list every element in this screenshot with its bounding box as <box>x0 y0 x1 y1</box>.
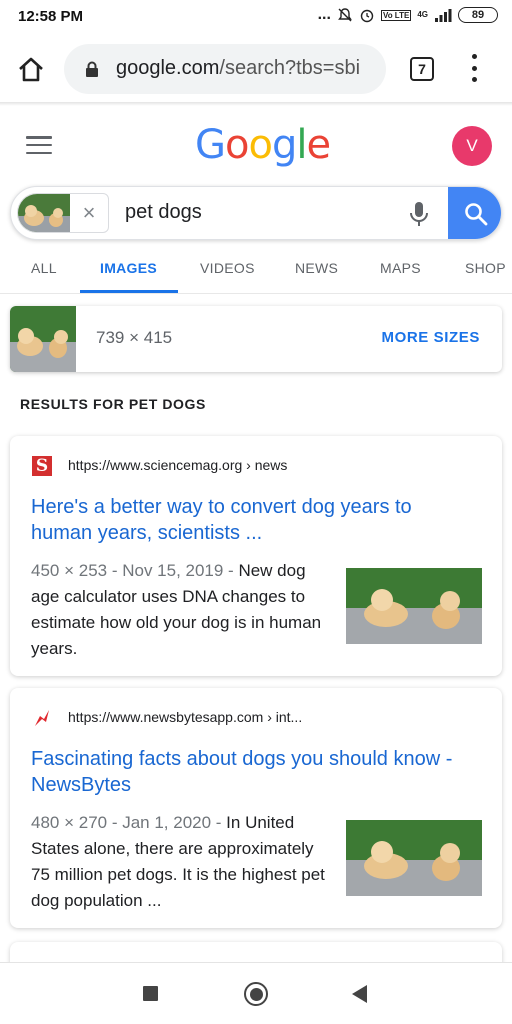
search-input[interactable]: pet dogs <box>125 201 202 224</box>
tab-videos[interactable]: VIDEOS <box>200 260 255 276</box>
tab-news[interactable]: NEWS <box>295 260 338 276</box>
result-source-url[interactable]: https://www.newsbytesapp.com › int... <box>68 709 302 725</box>
result-title-link[interactable]: Here's a better way to convert dog years… <box>31 494 471 546</box>
recents-icon[interactable] <box>143 986 158 1001</box>
home-nav-icon[interactable] <box>244 982 268 1006</box>
battery-indicator: 89 <box>458 7 498 23</box>
home-icon <box>19 57 43 82</box>
account-avatar[interactable]: V <box>452 126 492 166</box>
alarm-icon <box>359 7 375 23</box>
result-meta: 450 × 253 - Nov 15, 2019 - <box>31 561 239 580</box>
system-navigation-bar <box>0 962 512 1024</box>
status-time: 12:58 PM <box>18 8 84 25</box>
network-type: 4G <box>417 10 428 19</box>
image-query-chip[interactable]: × <box>17 193 109 233</box>
tab-maps[interactable]: MAPS <box>380 260 421 276</box>
results-heading: RESULTS FOR PET DOGS <box>20 396 206 412</box>
tab-switcher-button[interactable]: 7 <box>410 57 434 81</box>
tab-shopping[interactable]: SHOP <box>465 260 506 276</box>
sciencemag-favicon-icon: S <box>32 456 52 476</box>
result-card[interactable]: https://www.newsbytesapp.com › int... Fa… <box>10 688 502 928</box>
result-title-link[interactable]: Fascinating facts about dogs you should … <box>31 746 471 798</box>
volte-badge: Vo LTE <box>380 9 412 21</box>
overflow-menu-icon[interactable] <box>466 54 482 82</box>
back-icon[interactable] <box>352 985 367 1003</box>
toolbar-divider <box>0 102 512 106</box>
tab-all[interactable]: ALL <box>31 260 57 276</box>
search-icon <box>465 203 488 226</box>
newsbytes-favicon-icon <box>35 710 49 726</box>
result-card[interactable]: S https://www.sciencemag.org › news Here… <box>10 436 502 676</box>
microphone-icon[interactable] <box>407 200 431 228</box>
url-text: google.com/search?tbs=sbi <box>116 57 360 80</box>
query-image-thumbnail <box>18 194 70 232</box>
image-dimensions: 739 × 415 <box>96 328 173 347</box>
home-button[interactable] <box>16 54 46 84</box>
source-image-thumbnail <box>10 306 76 372</box>
result-description: 450 × 253 - Nov 15, 2019 - New dog age c… <box>31 558 331 662</box>
result-source-url[interactable]: https://www.sciencemag.org › news <box>68 457 287 473</box>
clear-image-icon[interactable]: × <box>76 200 102 226</box>
result-description: 480 × 270 - Jan 1, 2020 - In United Stat… <box>31 810 331 914</box>
search-box: × pet dogs <box>10 186 502 240</box>
search-button[interactable] <box>448 187 501 239</box>
address-bar[interactable]: google.com/search?tbs=sbi <box>64 44 386 94</box>
url-host: google.com <box>116 57 220 79</box>
signal-icon <box>434 8 452 22</box>
result-image-thumbnail[interactable] <box>346 568 482 644</box>
browser-toolbar: google.com/search?tbs=sbi 7 <box>0 34 512 102</box>
active-tab-indicator <box>80 290 178 293</box>
result-meta: 480 × 270 - Jan 1, 2020 - <box>31 813 227 832</box>
url-path: /search?tbs=sbi <box>219 57 361 79</box>
image-size-card[interactable]: 739 × 415 MORE SIZES <box>10 306 502 372</box>
search-tabs: ALL IMAGES VIDEOS NEWS MAPS SHOP <box>0 246 512 294</box>
status-bar: 12:58 PM ... Vo LTE 4G 89 <box>0 0 512 34</box>
bell-off-icon <box>337 7 353 23</box>
more-dots-icon: ... <box>317 6 331 23</box>
lock-icon <box>86 61 98 77</box>
more-sizes-link[interactable]: MORE SIZES <box>381 329 480 346</box>
tab-images[interactable]: IMAGES <box>100 260 157 276</box>
result-image-thumbnail[interactable] <box>346 820 482 896</box>
google-logo[interactable]: Google <box>195 122 331 168</box>
hamburger-menu-icon[interactable] <box>26 136 52 154</box>
status-icons: ... Vo LTE 4G 89 <box>318 6 498 24</box>
